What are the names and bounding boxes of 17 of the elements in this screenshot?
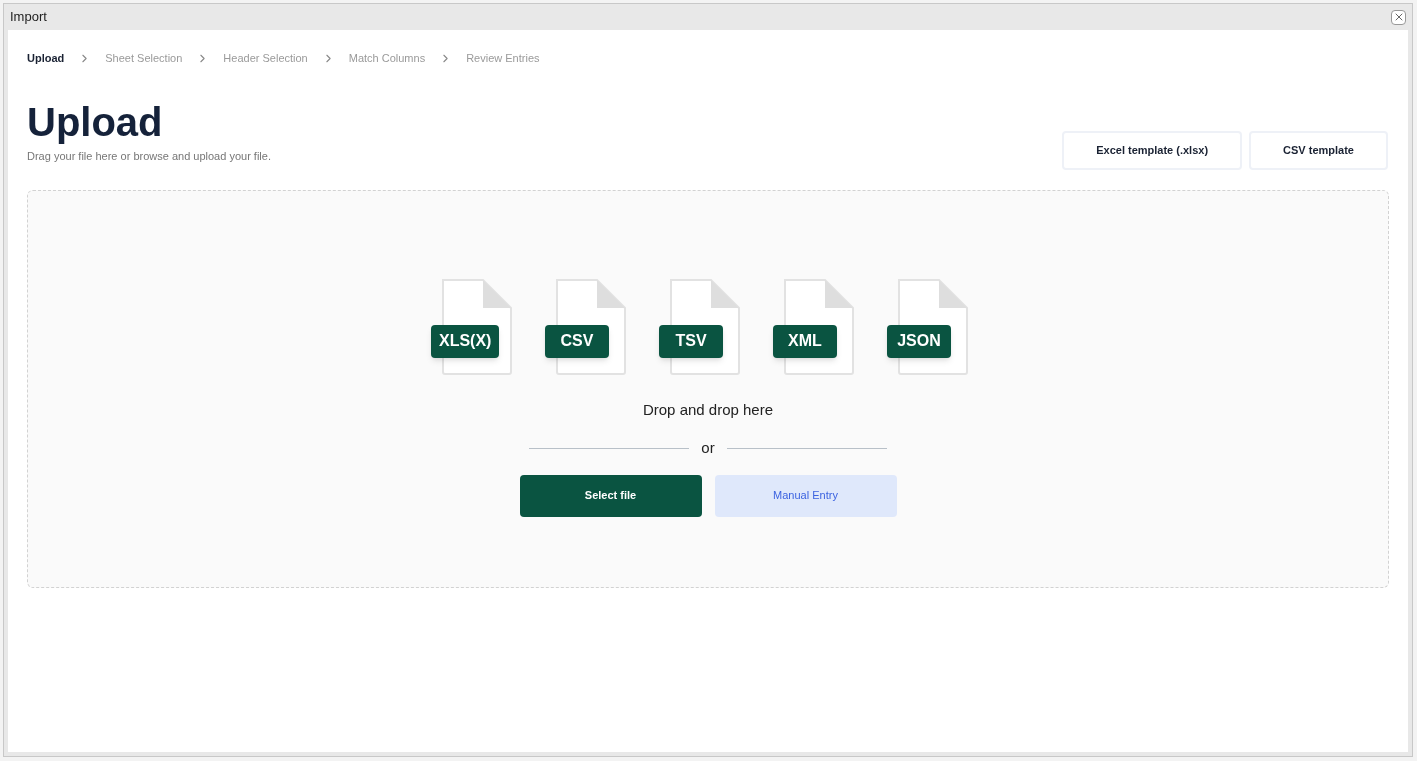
format-label: XML xyxy=(773,324,837,358)
drop-zone[interactable]: XLS(X) CSV TSV XML JSON Drop and drop here or Select file Manual Entry xyxy=(27,189,1389,588)
template-button[interactable]: CSV template xyxy=(1249,130,1388,170)
select-file-button[interactable]: Select file xyxy=(519,474,702,517)
template-button[interactable]: Excel template (.xlsx) xyxy=(1062,130,1243,170)
separator-text: or xyxy=(701,438,715,458)
drop-prompt: Drop and drop here xyxy=(642,399,774,420)
page-subtitle: Drag your file here or browse and upload your file. xyxy=(27,149,271,164)
step-tab[interactable]: Upload xyxy=(27,49,65,67)
close-button[interactable] xyxy=(1391,9,1406,25)
format-label: CSV xyxy=(545,324,609,358)
window-title: Import xyxy=(10,8,47,27)
format-label: JSON xyxy=(887,324,951,358)
page-heading: Upload xyxy=(27,99,164,146)
format-label: TSV xyxy=(659,324,723,358)
format-label: XLS(X) xyxy=(431,324,500,358)
manual-entry-button[interactable]: Manual Entry xyxy=(714,474,897,517)
